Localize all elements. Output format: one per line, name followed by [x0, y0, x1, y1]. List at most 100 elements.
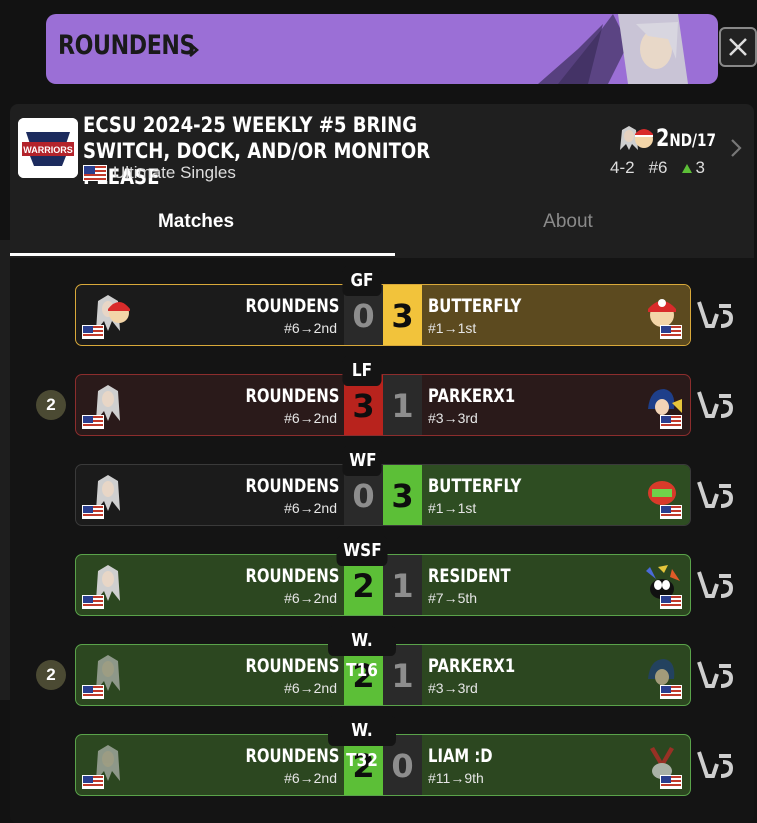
event-game-label: Ultimate Singles [113, 163, 236, 182]
character-art-icon [538, 14, 688, 84]
player-left-seed: #6→2nd [284, 320, 337, 336]
player-right-seed: #3→3rd [428, 410, 478, 426]
round-label: GF [342, 266, 382, 296]
score-right: 1 [383, 555, 422, 615]
duck-hunt-icon [642, 563, 686, 611]
vs-icon[interactable] [697, 474, 733, 514]
record-line: 4-2 #6 3 [610, 158, 705, 178]
player-right-seed: #1→1st [428, 320, 477, 336]
player-right-seed: #1→1st [428, 500, 477, 516]
player-right-name: PARKERX1 [428, 385, 516, 407]
round-label: WSF [336, 536, 388, 566]
player-left-seed: #6→2nd [284, 680, 337, 696]
match-row[interactable]: ROUNDENS #6→2nd 0 3 BUTTERFLY #1→1st GF [75, 266, 691, 346]
player-right-seed: #7→5th [428, 590, 478, 606]
player-left-name: ROUNDENS [245, 475, 339, 497]
player-left-name: ROUNDENS [245, 565, 339, 587]
sephiroth-icon [82, 563, 134, 611]
us-flag-icon [660, 415, 682, 429]
red-pokemon-trainer-icon [642, 293, 686, 341]
us-flag-icon [82, 775, 104, 789]
player-right-name: BUTTERFLY [428, 295, 522, 317]
chevron-right-icon[interactable] [730, 138, 742, 158]
up-triangle-icon [681, 164, 692, 173]
sephiroth-icon [82, 653, 134, 701]
score-right: 3 [383, 285, 422, 345]
villager-stock-icon [635, 129, 653, 148]
tab-about[interactable]: About [382, 200, 754, 258]
us-flag-icon [82, 415, 104, 429]
match-card[interactable]: ROUNDENS #6→2nd 0 3 BUTTERFLY #1→1st [75, 284, 691, 346]
player-left-name: ROUNDENS [245, 295, 339, 317]
player-banner[interactable]: ROUNDENS [46, 14, 718, 84]
round-label: WF [342, 446, 382, 476]
sephiroth-icon [82, 743, 134, 791]
player-left-seed: #6→2nd [284, 500, 337, 516]
seed-delta: 3 [681, 158, 705, 178]
close-icon [729, 38, 747, 56]
us-flag-icon [660, 325, 682, 339]
player-left-name: ROUNDENS [245, 655, 339, 677]
player-right-name: LIAM :D [428, 745, 493, 767]
event-game: Ultimate Singles [83, 163, 236, 183]
us-flag-icon [660, 505, 682, 519]
samus-icon [642, 473, 686, 521]
match-row[interactable]: ROUNDENS #6→2nd 3 1 PARKERX1 #3→3rd LF [75, 356, 691, 436]
chrom-icon [642, 383, 686, 431]
player-right-name: RESIDENT [428, 565, 511, 587]
match-card[interactable]: ROUNDENS #6→2nd 0 3 BUTTERFLY #1→1st [75, 464, 691, 526]
player-left-seed: #6→2nd [284, 410, 337, 426]
set-count-badge: 2 [36, 390, 66, 420]
us-flag-icon [660, 595, 682, 609]
chrom-icon [642, 653, 686, 701]
vs-icon[interactable] [697, 744, 733, 784]
svg-text:WARRIORS: WARRIORS [23, 145, 73, 155]
us-flag-icon [82, 325, 104, 339]
match-row[interactable]: ROUNDENS #6→2nd 0 3 BUTTERFLY #1→1st WF [75, 446, 691, 526]
player-name: ROUNDENS [58, 30, 196, 61]
us-flag-icon [83, 165, 107, 181]
warriors-logo-icon: WARRIORS [18, 118, 78, 178]
player-left-seed: #6→2nd [284, 770, 337, 786]
vs-icon[interactable] [697, 564, 733, 604]
match-row[interactable]: ROUNDENS #6→2nd 2 1 PARKERX1 #3→3rd W. T… [75, 626, 691, 706]
tab-matches[interactable]: Matches [10, 200, 395, 258]
tab-bar: Matches About [10, 200, 754, 258]
player-left-name: ROUNDENS [245, 385, 339, 407]
vs-icon[interactable] [697, 654, 733, 694]
us-flag-icon [82, 685, 104, 699]
round-label: W. T32 [328, 716, 396, 771]
chevron-right-icon [189, 43, 199, 57]
round-label: W. T16 [328, 626, 396, 681]
match-row[interactable]: ROUNDENS #6→2nd 2 0 LIAM :D #11→9th W. T… [75, 716, 691, 796]
player-left-name: ROUNDENS [245, 745, 339, 767]
set-count-badge: 2 [36, 660, 66, 690]
player-left-seed: #6→2nd [284, 590, 337, 606]
sephiroth-icon [82, 383, 134, 431]
player-right-seed: #3→3rd [428, 680, 478, 696]
event-header[interactable]: WARRIORS ECSU 2024-25 WEEKLY #5 BRING SW… [10, 104, 754, 190]
vs-icon[interactable] [697, 294, 733, 334]
us-flag-icon [82, 505, 104, 519]
us-flag-icon [660, 775, 682, 789]
placement: 2ND/17 [656, 124, 716, 152]
match-row[interactable]: ROUNDENS #6→2nd 2 1 RESIDENT #7→5th WSF [75, 536, 691, 616]
vs-icon[interactable] [697, 384, 733, 424]
us-flag-icon [660, 685, 682, 699]
close-button[interactable] [719, 27, 757, 67]
player-right-name: BUTTERFLY [428, 475, 522, 497]
score-right: 3 [383, 465, 422, 525]
player-right-seed: #11→9th [428, 770, 484, 786]
match-card[interactable]: ROUNDENS #6→2nd 3 1 PARKERX1 #3→3rd [75, 374, 691, 436]
sephiroth-icon [82, 473, 134, 521]
event-result: 2ND/17 4-2 #6 3 [608, 124, 748, 180]
player-right-name: PARKERX1 [428, 655, 516, 677]
score-right: 1 [383, 375, 422, 435]
sephiroth-icon [82, 293, 134, 341]
event-logo: WARRIORS [18, 118, 78, 178]
ridley-icon [642, 743, 686, 791]
seed: #6 [648, 158, 668, 177]
us-flag-icon [82, 595, 104, 609]
record: 4-2 [610, 158, 635, 177]
round-label: LF [342, 356, 382, 386]
